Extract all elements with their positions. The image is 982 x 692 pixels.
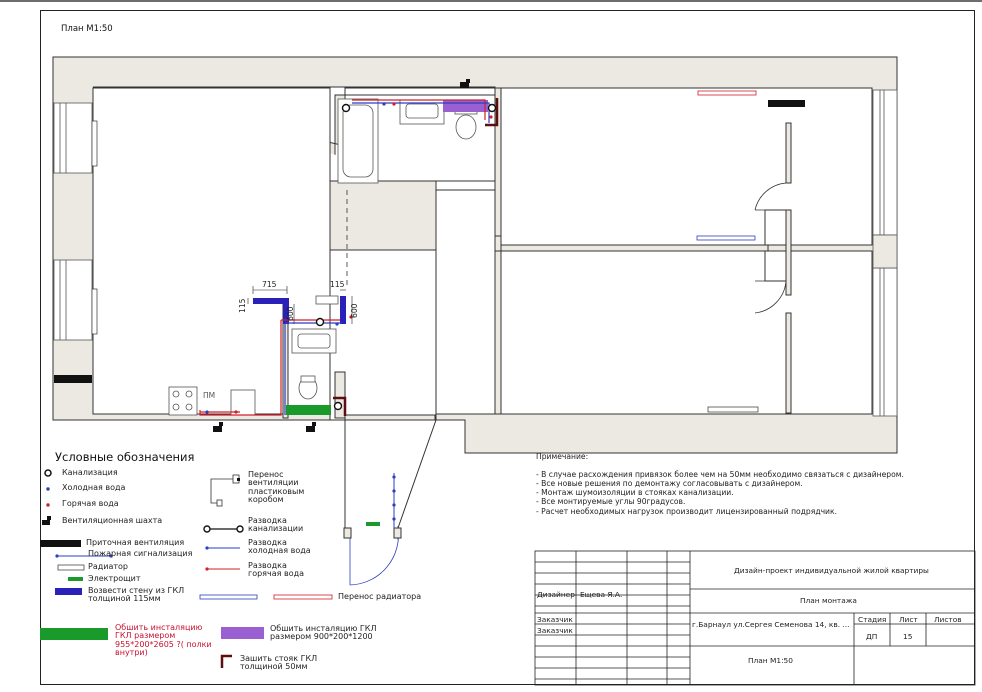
legend-radiator-move: Перенос радиатора bbox=[338, 592, 422, 601]
legend-plastic-box: Перенос вентиляции пластиковым коробом bbox=[248, 470, 305, 505]
tb-role-client-1: Заказчик bbox=[537, 615, 573, 624]
notes: Примечание: В случае расхождения привязо… bbox=[536, 452, 904, 516]
tb-scale-label: План М1:50 bbox=[748, 656, 793, 665]
legend-vent-shaft: Вентиляционная шахта bbox=[62, 516, 163, 525]
tb-role-designer: Дизайнер bbox=[537, 590, 575, 599]
legend-title: Условные обозначения bbox=[55, 450, 195, 464]
legend-gkl-box-purple: Обшить инсталяцию ГКЛ размером 900*200*1… bbox=[270, 624, 377, 642]
green-installation-box bbox=[286, 405, 331, 415]
tb-sheet-number: 15 bbox=[903, 632, 913, 641]
dim-115-left: 115 bbox=[238, 298, 247, 313]
vent-shafts-bottom bbox=[213, 422, 316, 432]
tb-sheet-name: План монтажа bbox=[800, 596, 857, 605]
legend-sewer-route: Разводка канализации bbox=[248, 516, 304, 534]
note-item: В случае расхождения привязок более чем … bbox=[536, 470, 904, 479]
tb-stage-header: Стадия bbox=[858, 615, 887, 624]
legend-hot-water: Горячая вода bbox=[62, 499, 119, 508]
tb-sheet-header: Лист bbox=[899, 615, 918, 624]
legend-cold-water: Холодная вода bbox=[62, 483, 126, 492]
interior-walls bbox=[92, 87, 873, 421]
dim-600-right: 600 bbox=[350, 303, 359, 318]
legend-sewer: Канализация bbox=[62, 468, 118, 477]
legend-hot-route: Разводка горячая вода bbox=[248, 561, 305, 579]
tb-sheets-header: Листов bbox=[934, 615, 962, 624]
tb-role-client-2: Заказчик bbox=[537, 626, 573, 635]
notes-list: В случае расхождения привязок более чем … bbox=[536, 470, 904, 516]
tb-project: Дизайн-проект индивидуальной жилой кварт… bbox=[734, 566, 929, 575]
pm-label: ПМ bbox=[203, 391, 215, 400]
notes-heading: Примечание: bbox=[536, 452, 589, 461]
drawing-sheet: ПМ 715 115 600 115 600 План М1:50 Условн… bbox=[0, 0, 982, 692]
plan-title: План М1:50 bbox=[61, 24, 113, 34]
legend-radiator: Радиатор bbox=[88, 562, 128, 571]
purple-installation-box bbox=[443, 100, 488, 112]
legend-riser-box: Зашить стояк ГКЛ толщиной 50мм bbox=[240, 654, 318, 672]
tb-stage: ДП bbox=[866, 632, 878, 641]
electrical-panel bbox=[366, 522, 380, 526]
dim-600-left: 600 bbox=[286, 306, 295, 321]
note-item: Расчет необходимых нагрузок производит л… bbox=[536, 507, 904, 516]
legend-gkl-wall: Возвести стену из ГКЛ толщиной 115мм bbox=[88, 586, 185, 604]
tb-address: г.Барнаул ул.Сергея Семенова 14, кв. ... bbox=[692, 620, 850, 629]
legend-supply-vent: Приточная вентиляция bbox=[86, 538, 185, 547]
legend-cold-route: Разводка холодная вода bbox=[248, 538, 311, 556]
note-item: Все монтируемые углы 90градусов. bbox=[536, 497, 904, 506]
note-item: Монтаж шумоизоляции в стояках канализаци… bbox=[536, 488, 904, 497]
legend-gkl-box-green: Обшить инсталяцию ГКЛ размером 955*200*2… bbox=[115, 623, 212, 658]
dim-115-right: 115 bbox=[330, 280, 345, 289]
dim-715: 715 bbox=[262, 280, 277, 289]
legend-fire-alarm: Пожарная сигнализация bbox=[88, 549, 193, 558]
tb-designer: Ещева Я.А. bbox=[580, 590, 623, 599]
entry-walls bbox=[343, 419, 437, 539]
note-item: Все новые решения по демонтажу согласовы… bbox=[536, 479, 904, 488]
legend-panel: Электрощит bbox=[88, 574, 141, 583]
